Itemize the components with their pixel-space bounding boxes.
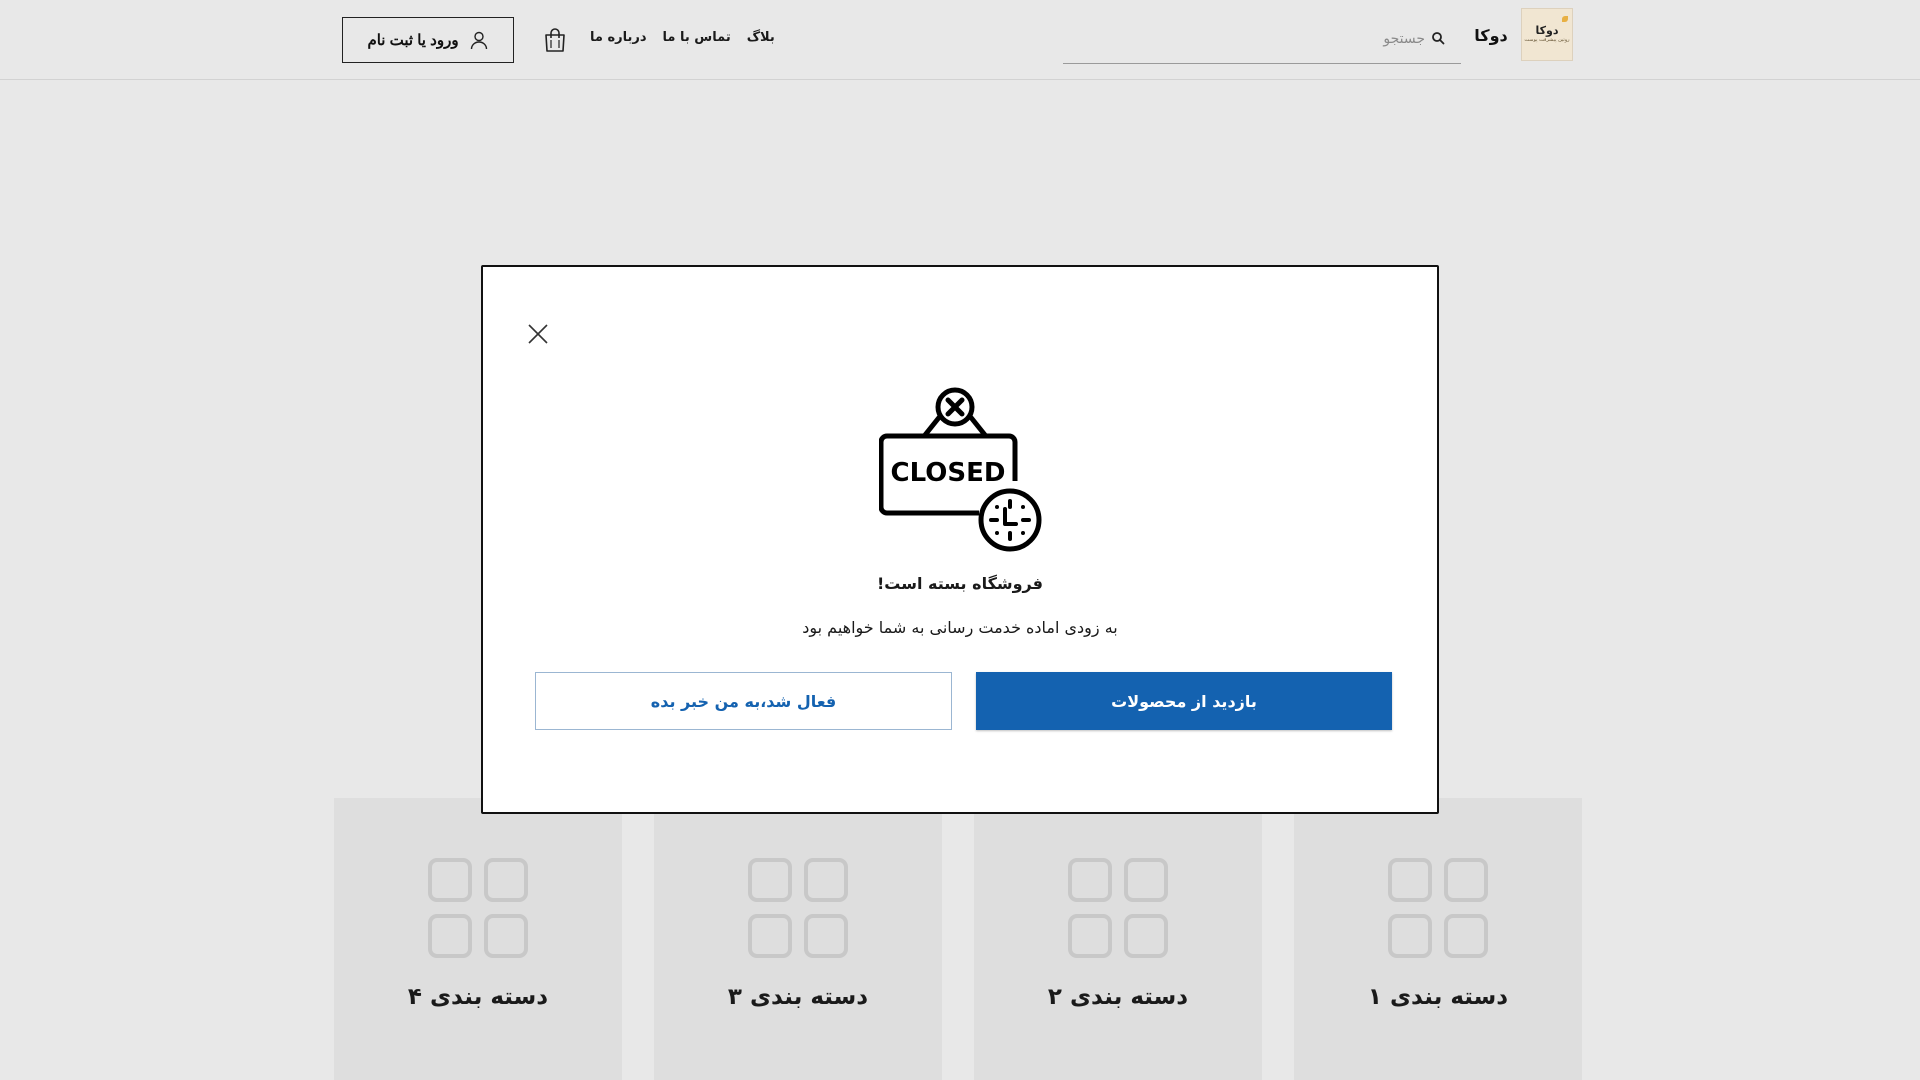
category-label: دسته بندی ۳	[727, 984, 869, 1010]
brand-name[interactable]: دوکا	[1470, 26, 1512, 45]
close-icon[interactable]	[525, 321, 551, 347]
nav-item-about[interactable]: درباره ما	[590, 30, 647, 52]
search-input[interactable]	[1085, 25, 1425, 53]
search-icon[interactable]	[1431, 31, 1445, 45]
store-closed-modal: CLOSED فروشگاه بسته است! به زودی اماده خ…	[481, 265, 1439, 814]
site-header: دوکا روتین پیشرفت پوست دوکا درباره ما تم…	[0, 0, 1920, 80]
login-register-button[interactable]: ورود یا ثبت نام	[342, 17, 514, 63]
logo-name: دوکا	[1535, 24, 1559, 37]
modal-title: فروشگاه بسته است!	[877, 574, 1043, 593]
category-card[interactable]: دسته بندی ۴	[334, 798, 622, 1080]
grid-icon	[1388, 858, 1488, 958]
notify-me-button[interactable]: فعال شد،به من خبر بده	[535, 672, 952, 730]
category-label: دسته بندی ۲	[1047, 984, 1189, 1010]
visit-products-button[interactable]: بازدید از محصولات	[976, 672, 1392, 730]
category-label: دسته بندی ۱	[1367, 984, 1509, 1010]
grid-icon	[1068, 858, 1168, 958]
main-nav: درباره ما تماس با ما بلاگ	[590, 30, 775, 52]
user-icon	[470, 31, 487, 50]
category-label: دسته بندی ۴	[407, 984, 549, 1010]
logo-leaf-icon	[1562, 16, 1568, 22]
modal-message: به زودی اماده خدمت رسانی به شما خواهیم ب…	[802, 618, 1118, 637]
logo-tagline: روتین پیشرفت پوست	[1524, 37, 1570, 43]
closed-sign-clock-icon: CLOSED	[879, 387, 1042, 552]
login-register-label: ورود یا ثبت نام	[367, 32, 459, 49]
nav-item-contact[interactable]: تماس با ما	[663, 30, 731, 52]
grid-icon	[428, 858, 528, 958]
shopping-bag-icon[interactable]	[541, 26, 569, 54]
category-card[interactable]: دسته بندی ۳	[654, 798, 942, 1080]
site-logo[interactable]: دوکا روتین پیشرفت پوست	[1521, 8, 1573, 61]
category-card[interactable]: دسته بندی ۲	[974, 798, 1262, 1080]
search-bar	[1063, 20, 1461, 64]
nav-item-blog[interactable]: بلاگ	[747, 30, 775, 52]
closed-sign-text: CLOSED	[891, 458, 1006, 488]
category-card[interactable]: دسته بندی ۱	[1294, 798, 1582, 1080]
grid-icon	[748, 858, 848, 958]
